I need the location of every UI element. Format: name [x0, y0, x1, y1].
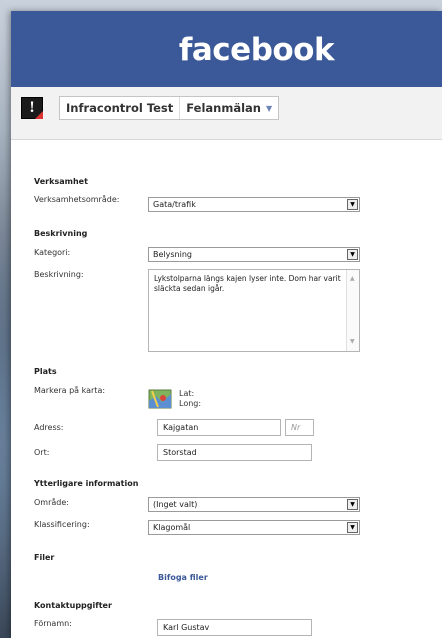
- select-klassificering[interactable]: Klagomål ▼: [148, 520, 360, 535]
- select-omrade[interactable]: (Inget valt) ▼: [148, 497, 360, 512]
- textarea-beskrivning[interactable]: Lykstolparna längs kajen lyser inte. Dom…: [148, 269, 360, 352]
- label-markera-pa-karta: Markera på karta:: [34, 386, 106, 395]
- textarea-beskrivning-value: Lykstolparna längs kajen lyser inte. Dom…: [154, 274, 341, 293]
- input-ort[interactable]: Storstad: [157, 444, 312, 461]
- label-beskrivning: Beskrivning:: [34, 270, 84, 279]
- label-klassificering: Klassificering:: [34, 520, 90, 529]
- long-label: Long:: [179, 399, 202, 408]
- section-title-verksamhet: Verksamhet: [34, 177, 88, 186]
- lat-long-readout: Lat: Long:: [179, 389, 201, 409]
- attach-files-link[interactable]: Bifoga filer: [158, 573, 208, 582]
- input-husnummer[interactable]: Nr: [285, 419, 314, 436]
- chevron-down-icon: ▼: [347, 199, 358, 210]
- section-title-ytterligare: Ytterligare information: [34, 479, 139, 488]
- label-omrade: Område:: [34, 498, 69, 507]
- label-kategori: Kategori:: [34, 248, 71, 257]
- input-husnummer-placeholder: Nr: [291, 423, 301, 432]
- textarea-scrollbar[interactable]: ▲ ▼: [346, 270, 359, 351]
- scroll-up-icon: ▲: [350, 275, 355, 282]
- select-kategori[interactable]: Belysning ▼: [148, 247, 360, 262]
- section-title-beskrivning: Beskrivning: [34, 229, 88, 238]
- select-kategori-value: Belysning: [153, 250, 192, 259]
- section-title-filer: Filer: [34, 553, 55, 562]
- label-adress: Adress:: [34, 423, 64, 432]
- scroll-down-icon: ▼: [350, 338, 355, 345]
- section-title-kontakt: Kontaktuppgifter: [34, 601, 112, 610]
- select-klassificering-value: Klagomål: [153, 523, 191, 532]
- chevron-down-icon: ▼: [347, 522, 358, 533]
- label-ort: Ort:: [34, 448, 50, 457]
- section-title-plats: Plats: [34, 367, 57, 376]
- map-icon[interactable]: [148, 387, 172, 411]
- input-fornamn-value: Karl Gustav: [163, 623, 210, 632]
- select-verksamhetsomrade-value: Gata/trafik: [153, 200, 196, 209]
- select-omrade-value: (Inget valt): [153, 500, 198, 509]
- label-fornamn: Förnamn:: [34, 619, 72, 628]
- label-verksamhetsomrade: Verksamhetsområde:: [34, 195, 120, 204]
- report-form: Verksamhet Verksamhetsområde: Gata/trafi…: [0, 0, 442, 638]
- input-adress-value: Kajgatan: [163, 423, 199, 432]
- input-adress[interactable]: Kajgatan: [157, 419, 281, 436]
- input-ort-value: Storstad: [163, 448, 197, 457]
- input-fornamn[interactable]: Karl Gustav: [157, 619, 312, 636]
- chevron-down-icon: ▼: [347, 249, 358, 260]
- lat-label: Lat:: [179, 389, 195, 398]
- chevron-down-icon: ▼: [347, 499, 358, 510]
- select-verksamhetsomrade[interactable]: Gata/trafik ▼: [148, 197, 360, 212]
